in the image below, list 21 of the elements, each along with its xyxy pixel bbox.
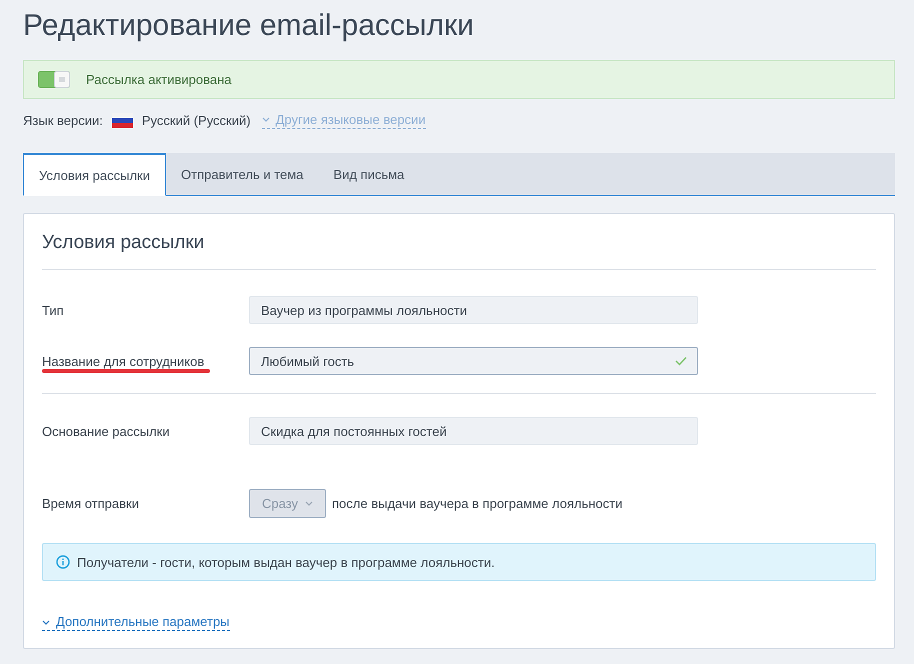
flag-icon: [112, 112, 133, 128]
section-title: Условия рассылки: [42, 231, 206, 255]
chevron-down-icon: [305, 501, 314, 506]
field-suffix: после выдачи ваучера в программе лояльности: [332, 496, 622, 511]
info-icon: [56, 555, 70, 569]
field-label: Основание рассылки: [42, 424, 170, 438]
language-label: Язык версии:: [23, 112, 103, 128]
status-text: Рассылка активирована: [86, 72, 232, 87]
field-label: Тип: [42, 302, 64, 318]
chevron-down-icon: [262, 117, 270, 122]
field-label: Время отправки: [42, 496, 139, 511]
field-label: Название для сотрудников: [42, 354, 204, 368]
notice-text: Получатели - гости, которым выдан ваучер в программе лояльности.: [77, 554, 495, 570]
toggle-switch[interactable]: [38, 71, 70, 88]
more-options-link[interactable]: Дополнительные параметры: [42, 614, 230, 631]
tab[interactable]: Отправитель и тема: [166, 153, 318, 195]
text-field[interactable]: Любимый гость: [249, 347, 698, 375]
tab[interactable]: Условия рассылки: [23, 153, 166, 196]
language-name: Русский (Русский): [142, 112, 251, 128]
tab[interactable]: Вид письма: [318, 153, 420, 195]
page-title: Редактирование email-рассылки: [23, 8, 475, 44]
